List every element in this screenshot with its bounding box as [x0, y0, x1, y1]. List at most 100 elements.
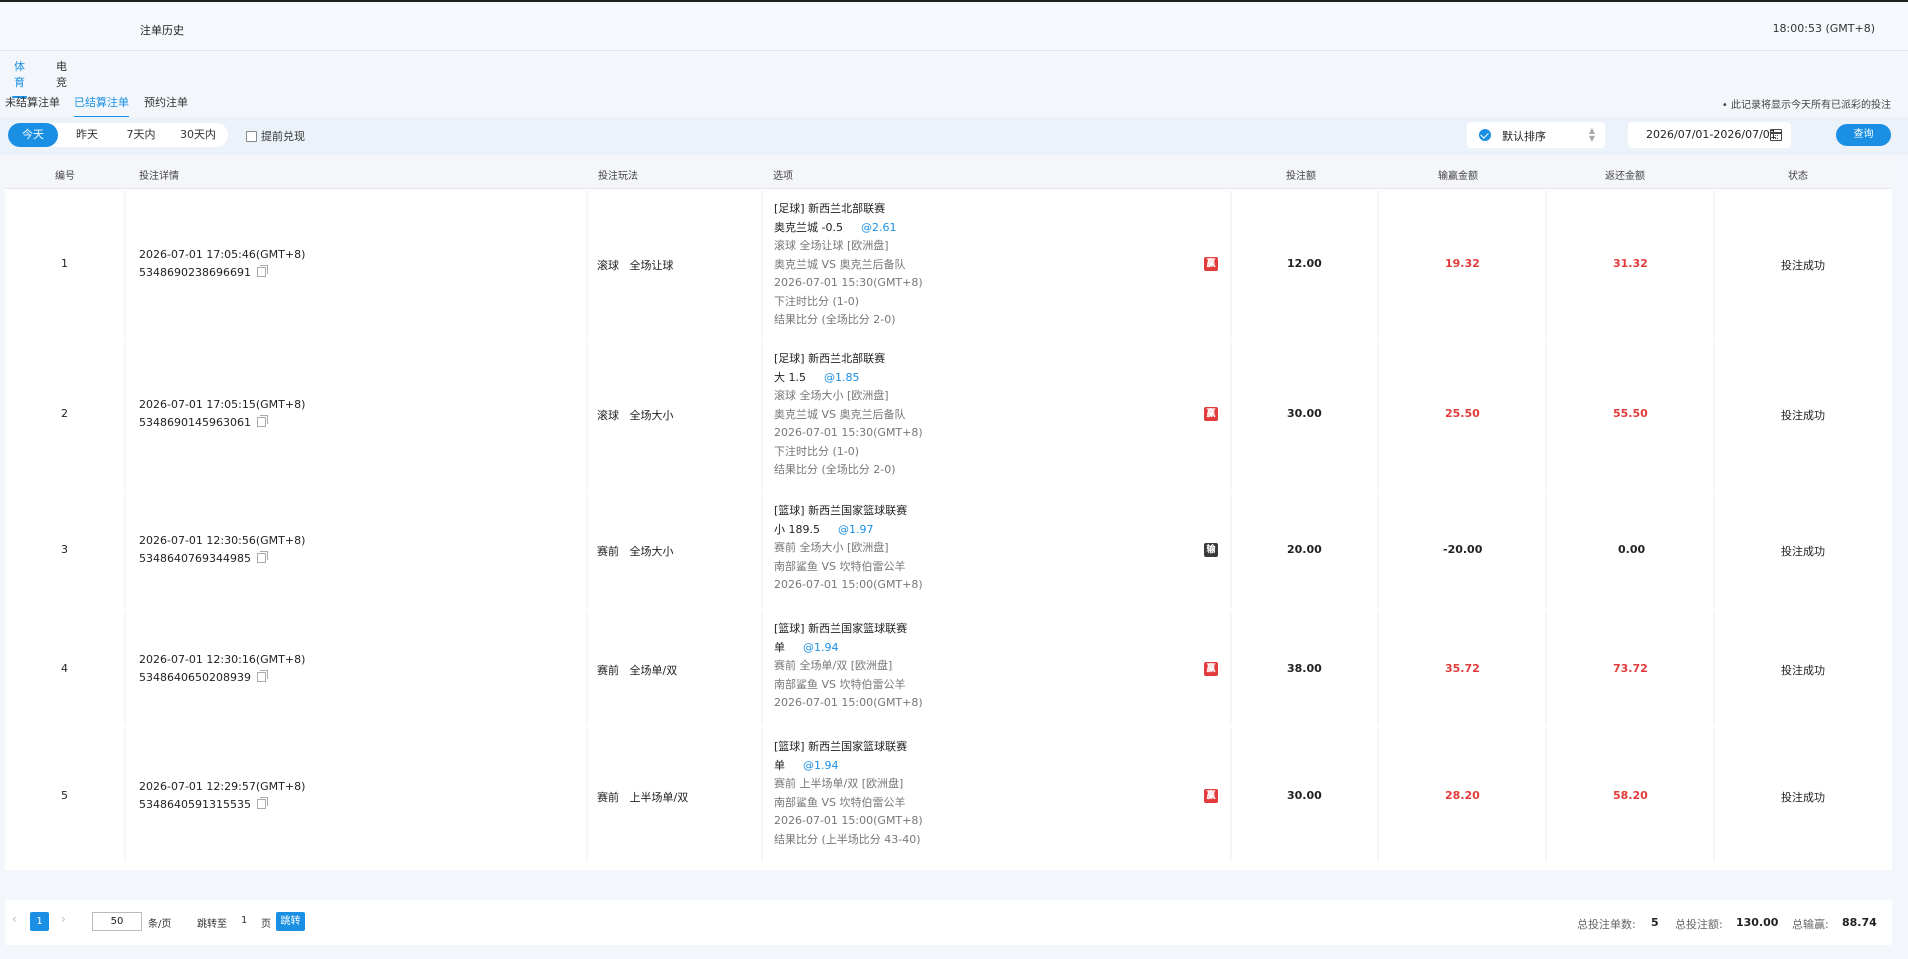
cell-detail: 2026-07-01 12:30:16(GMT+8) 5348640650208…	[126, 610, 586, 726]
range-today-button[interactable]: 今天	[8, 123, 58, 147]
tab-settled[interactable]: 已结算注单	[74, 94, 129, 118]
tab-reserved[interactable]: 预约注单	[144, 94, 188, 118]
prev-page-icon[interactable]: ‹	[12, 912, 17, 926]
tab-unsettled[interactable]: 未结算注单	[5, 94, 60, 118]
pagination-bar: ‹ 1 › 50 条/页 跳转至 1 页 跳转 总投注单数: 5 总投注额: 1…	[5, 900, 1892, 945]
checkbox-box[interactable]	[246, 130, 257, 142]
league-name: [足球] 新西兰北部联赛	[774, 352, 886, 365]
sort-label: 默认排序	[1502, 130, 1546, 143]
play-type: 赛前	[597, 545, 619, 558]
cell-option: [篮球] 新西兰国家篮球联赛 单 @1.94 赛前 上半场单/双 [欧洲盘] 南部…	[763, 728, 1230, 862]
next-page-icon[interactable]: ›	[61, 912, 66, 926]
winloss-value: 28.20	[1445, 789, 1480, 802]
jump-button[interactable]: 跳转	[276, 912, 305, 931]
cell-return: 31.32	[1547, 191, 1713, 338]
cell-no: 5	[5, 728, 124, 862]
status-value: 投注成功	[1781, 664, 1825, 677]
result-badge-win: 赢	[1204, 257, 1218, 271]
pick-odds: @1.94	[803, 758, 839, 772]
status-value: 投注成功	[1781, 791, 1825, 804]
match-time: 2026-07-01 15:00(GMT+8)	[774, 696, 923, 709]
early-cashout-checkbox[interactable]: 提前兑现	[246, 129, 305, 143]
cell-detail: 2026-07-01 12:30:56(GMT+8) 5348640769344…	[126, 492, 586, 608]
play-type: 滚球	[597, 409, 619, 422]
match-teams: 南部鲨鱼 VS 坎特伯雷公羊	[774, 795, 906, 809]
page-size-input[interactable]: 50	[92, 912, 142, 931]
copy-icon[interactable]	[256, 265, 268, 277]
sort-select[interactable]: 默认排序 ▲ ▼	[1467, 122, 1605, 148]
table-row: 2 2026-07-01 17:05:15(GMT+8) 53486901459…	[5, 340, 1892, 490]
result-badge-win: 赢	[1204, 662, 1218, 676]
bet-time: 2026-07-01 17:05:46(GMT+8)	[139, 248, 306, 261]
order-id: 5348640591315535	[139, 798, 251, 811]
winloss-value: 25.50	[1445, 407, 1480, 420]
play-type: 赛前	[597, 791, 619, 804]
play-name: 全场单/双	[629, 664, 678, 677]
table-row: 3 2026-07-01 12:30:56(GMT+8) 53486407693…	[5, 492, 1892, 608]
copy-icon[interactable]	[256, 797, 268, 809]
cell-play: 滚球 全场让球	[588, 191, 761, 338]
status-value: 投注成功	[1781, 545, 1825, 558]
bet-time: 2026-07-01 12:29:57(GMT+8)	[139, 780, 306, 793]
col-detail: 投注详情	[139, 171, 179, 182]
play-type: 赛前	[597, 664, 619, 677]
cell-stake: 30.00	[1232, 340, 1377, 490]
play-type: 滚球	[597, 259, 619, 272]
bet-time: 2026-07-01 17:05:15(GMT+8)	[139, 398, 306, 411]
cell-option: [篮球] 新西兰国家篮球联赛 小 189.5 @1.97 赛前 全场大小 [欧洲盘…	[763, 492, 1230, 608]
copy-icon[interactable]	[256, 670, 268, 682]
bet-score: 下注时比分 (1-0)	[774, 294, 860, 308]
jump-label: 跳转至	[197, 919, 227, 930]
cell-winloss: 28.20	[1379, 728, 1545, 862]
return-value: 73.72	[1613, 662, 1648, 675]
range-30days-button[interactable]: 30天内	[171, 123, 225, 147]
return-value: 58.20	[1613, 789, 1648, 802]
match-teams: 奥克兰城 VS 奥克兰后备队	[774, 257, 906, 271]
cell-no: 4	[5, 610, 124, 726]
page-unit-label: 页	[261, 919, 271, 930]
col-option: 选项	[773, 171, 793, 182]
order-id: 5348640769344985	[139, 552, 251, 565]
cell-play: 赛前 全场单/双	[588, 610, 761, 726]
row-number: 3	[61, 543, 68, 556]
cell-return: 0.00	[1547, 492, 1713, 608]
range-yesterday-button[interactable]: 昨天	[64, 123, 110, 147]
final-score: 结果比分 (全场比分 2-0)	[774, 313, 896, 326]
total-win-value: 88.74	[1842, 916, 1877, 929]
date-range-input[interactable]: 2026/07/01-2026/07/01	[1628, 122, 1791, 148]
sort-caret-icon: ▲ ▼	[1588, 126, 1595, 143]
total-win-label: 总输赢:	[1792, 918, 1829, 931]
bet-time: 2026-07-01 12:30:56(GMT+8)	[139, 534, 306, 547]
cell-stake: 20.00	[1232, 492, 1377, 608]
match-time: 2026-07-01 15:30(GMT+8)	[774, 276, 923, 289]
stake-value: 38.00	[1287, 662, 1322, 675]
pick-odds: @1.97	[838, 522, 874, 536]
query-button[interactable]: 查询	[1836, 124, 1891, 146]
order-id: 5348640650208939	[139, 671, 251, 684]
stake-value: 20.00	[1287, 543, 1322, 556]
play-name: 全场让球	[629, 259, 674, 272]
total-stake-label: 总投注额:	[1675, 918, 1723, 931]
pick-name: 单	[774, 758, 785, 772]
match-time: 2026-07-01 15:30(GMT+8)	[774, 426, 923, 439]
cell-no: 3	[5, 492, 124, 608]
play-name: 上半场单/双	[629, 791, 689, 804]
bet-status-tabs: 未结算注单 已结算注单 预约注单 • 此记录将显示今天所有已派彩的投注	[0, 92, 1908, 118]
copy-icon[interactable]	[256, 415, 268, 427]
row-number: 4	[61, 662, 68, 675]
row-number: 2	[61, 407, 68, 420]
col-no: 编号	[55, 171, 75, 182]
match-teams: 奥克兰城 VS 奥克兰后备队	[774, 407, 906, 421]
range-7days-button[interactable]: 7天内	[115, 123, 167, 147]
cell-no: 1	[5, 191, 124, 338]
cell-stake: 12.00	[1232, 191, 1377, 338]
cell-winloss: -20.00	[1379, 492, 1545, 608]
page-1-button[interactable]: 1	[30, 912, 49, 931]
copy-icon[interactable]	[256, 551, 268, 563]
return-value: 0.00	[1618, 543, 1646, 556]
jump-page-input[interactable]: 1	[241, 915, 247, 926]
calendar-icon[interactable]	[1770, 129, 1782, 141]
cell-detail: 2026-07-01 12:29:57(GMT+8) 5348640591315…	[126, 728, 586, 862]
bet-score: 下注时比分 (1-0)	[774, 444, 860, 458]
cell-option: [足球] 新西兰北部联赛 奥克兰城 -0.5 @2.61 滚球 全场让球 [欧洲盘…	[763, 191, 1230, 338]
